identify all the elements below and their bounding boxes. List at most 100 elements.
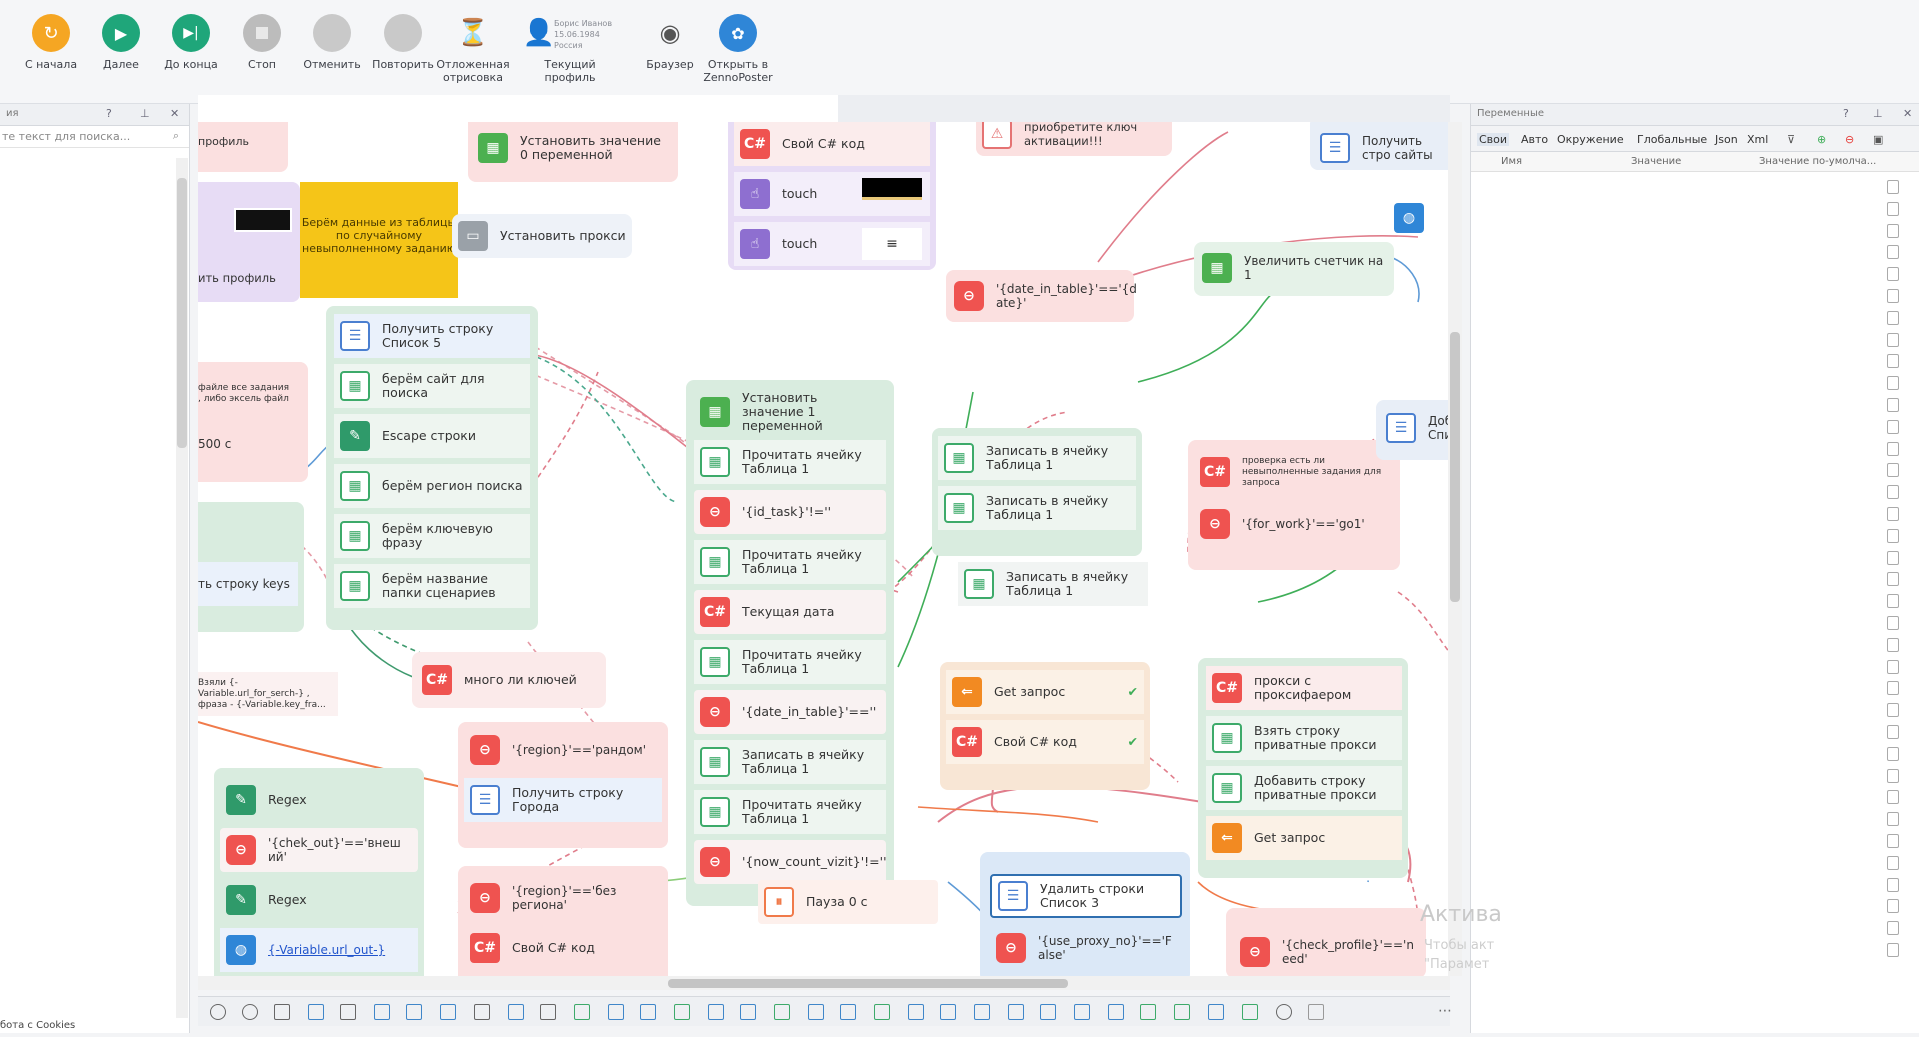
- node-region-no[interactable]: ⊖ '{region}'=='без региона': [464, 876, 662, 920]
- canvas-horizontal-scrollbar[interactable]: [198, 976, 1450, 990]
- node-now-count-vizit[interactable]: ⊖ '{now_count_vizit}'!='': [694, 840, 887, 884]
- copy-icon[interactable]: [1887, 223, 1899, 238]
- node-regex-2[interactable]: ✎ Regex: [220, 878, 418, 922]
- copy-icon[interactable]: [1887, 376, 1899, 391]
- copy-icon[interactable]: [1887, 659, 1899, 674]
- add-variable-icon[interactable]: ⊕: [1817, 133, 1826, 146]
- node-proxy-seller[interactable]: C# прокси с проксифаером: [1206, 666, 1402, 710]
- pin-icon[interactable]: ⊥: [1873, 107, 1883, 120]
- tree-icon[interactable]: [340, 1004, 356, 1020]
- list-icon[interactable]: [808, 1004, 824, 1020]
- list-icon[interactable]: [640, 1004, 656, 1020]
- node-date-in-table-check[interactable]: ⊖ '{date_in_table}'=='{d ate}': [948, 274, 1137, 318]
- copy-icon[interactable]: [1887, 441, 1899, 456]
- tab-auto[interactable]: Авто: [1521, 133, 1548, 146]
- node-profile-left[interactable]: ить профиль: [198, 256, 294, 300]
- settings-icon[interactable]: [210, 1004, 226, 1020]
- help-icon[interactable]: ?: [106, 107, 112, 120]
- project-canvas[interactable]: профиль ить профиль Берём данные из табл…: [198, 122, 1448, 976]
- copy-icon[interactable]: [1887, 288, 1899, 303]
- lock-icon[interactable]: [474, 1004, 490, 1020]
- node-write-cell-c[interactable]: ▦ Записать в ячейку Таблица 1: [938, 486, 1136, 530]
- copy-icon[interactable]: [1887, 855, 1899, 870]
- copy-icon[interactable]: [1887, 703, 1899, 718]
- node-write-cell-a[interactable]: ▦ Записать в ячейку Таблица 1: [694, 740, 886, 784]
- list-icon[interactable]: [406, 1004, 422, 1020]
- copy-icon[interactable]: [1887, 921, 1899, 936]
- node-id-task-check[interactable]: ⊖ '{id_task}'!='': [694, 490, 886, 534]
- node-delete-rows[interactable]: ☰ Удалить строки Список 3: [990, 874, 1182, 918]
- sticky-note[interactable]: Берём данные из таблицы по случайному не…: [300, 182, 458, 298]
- tab-environment[interactable]: Окружение: [1557, 133, 1624, 146]
- table-icon[interactable]: [1242, 1004, 1258, 1020]
- node-browser-icon[interactable]: ◍: [1388, 196, 1444, 240]
- node-inc-counter[interactable]: ▦ Увеличить счетчик на 1: [1196, 246, 1392, 290]
- layout-icon[interactable]: ▣: [1873, 133, 1883, 146]
- node-pause-0[interactable]: ⏸ Пауза 0 с: [758, 880, 938, 924]
- node-take-region[interactable]: ▦ берём регион поиска: [334, 464, 530, 508]
- node-read-cell-1[interactable]: ▦ Прочитать ячейку Таблица 1: [694, 440, 886, 484]
- close-icon[interactable]: ✕: [1903, 107, 1912, 120]
- list-icon[interactable]: [974, 1004, 990, 1020]
- copy-icon[interactable]: [1887, 180, 1899, 194]
- copy-icon[interactable]: [1887, 332, 1899, 347]
- add-icon[interactable]: [1308, 1004, 1324, 1020]
- help-icon[interactable]: ?: [1843, 107, 1849, 120]
- list-icon[interactable]: [440, 1004, 456, 1020]
- table-icon[interactable]: [774, 1004, 790, 1020]
- copy-icon[interactable]: [1887, 572, 1899, 587]
- node-own-cs-code-bottom[interactable]: C# Свой C# код: [464, 926, 662, 970]
- node-read-cell-4[interactable]: ▦ Прочитать ячейку Таблица 1: [694, 790, 886, 834]
- table-icon[interactable]: [674, 1004, 690, 1020]
- list-icon[interactable]: [1074, 1004, 1090, 1020]
- copy-icon[interactable]: [1887, 790, 1899, 805]
- node-profile-top[interactable]: профиль: [198, 122, 288, 164]
- copy-icon[interactable]: [1887, 528, 1899, 543]
- node-escape-string[interactable]: ✎ Escape строки: [334, 414, 530, 458]
- column-default-value[interactable]: Значение по-умолча...: [1759, 156, 1876, 167]
- node-check-profile[interactable]: ⊖ '{check_profile}'=='n eed': [1234, 930, 1418, 974]
- copy-icon[interactable]: [1887, 550, 1899, 565]
- node-set-value-0[interactable]: ▦ Установить значение 0 переменной: [472, 126, 672, 170]
- open-zennoposter-button[interactable]: ✿ Открыть в ZennoPoster: [695, 14, 781, 84]
- node-own-cs-code-mid[interactable]: C# Свой C# код ✔: [946, 720, 1144, 764]
- node-for-work[interactable]: ⊖ '{for_work}'=='go1': [1194, 502, 1394, 546]
- table-icon[interactable]: [574, 1004, 590, 1020]
- user-icon[interactable]: [242, 1004, 258, 1020]
- node-take-site[interactable]: ▦ берём сайт для поиска: [334, 364, 530, 408]
- node-current-date[interactable]: C# Текущая дата: [694, 590, 886, 634]
- node-date-in-table-empty[interactable]: ⊖ '{date_in_table}'=='': [694, 690, 886, 734]
- node-file-all-tasks[interactable]: файле все задания , либо эксель файл: [198, 372, 298, 416]
- list-icon[interactable]: [740, 1004, 756, 1020]
- deferred-render-button[interactable]: ⏳ Отложенная отрисовка: [430, 14, 516, 85]
- canvas-tab-active[interactable]: [198, 95, 838, 122]
- node-region-random[interactable]: ⊖ '{region}'=='рандом': [464, 728, 662, 772]
- copy-icon[interactable]: [1887, 942, 1899, 957]
- list-icon[interactable]: [840, 1004, 856, 1020]
- tab-global[interactable]: Глобальные: [1637, 133, 1707, 146]
- copy-icon[interactable]: [1887, 201, 1899, 216]
- copy-icon[interactable]: [1887, 746, 1899, 761]
- node-write-cell-d[interactable]: ▦ Записать в ячейку Таблица 1: [958, 562, 1148, 606]
- table-icon[interactable]: [874, 1004, 890, 1020]
- copy-icon[interactable]: [1887, 463, 1899, 478]
- node-take-folder[interactable]: ▦ берём название папки сценариев: [334, 564, 530, 608]
- grid-icon[interactable]: [274, 1004, 290, 1020]
- copy-icon[interactable]: [1887, 397, 1899, 412]
- table-icon[interactable]: [1140, 1004, 1156, 1020]
- list-icon[interactable]: [908, 1004, 924, 1020]
- node-check-tasks[interactable]: C# проверка есть ли невыполненные задания…: [1194, 450, 1394, 494]
- node-wait-500[interactable]: 500 с: [198, 422, 298, 466]
- copy-icon[interactable]: [1887, 724, 1899, 739]
- more-icon[interactable]: ⋯: [1438, 1003, 1452, 1019]
- copy-icon[interactable]: [1887, 310, 1899, 325]
- remove-variable-icon[interactable]: ⊖: [1845, 133, 1854, 146]
- node-read-cell-3[interactable]: ▦ Прочитать ячейку Таблица 1: [694, 640, 886, 684]
- node-get-row-cities[interactable]: ☰ Получить строку Города: [464, 778, 662, 822]
- copy-icon[interactable]: [1887, 267, 1899, 282]
- copy-icon[interactable]: [1887, 768, 1899, 783]
- vertical-scroll-thumb[interactable]: [1450, 332, 1460, 602]
- node-set-value-1[interactable]: ▦ Установить значение 1 переменной: [694, 390, 886, 434]
- node-url-out[interactable]: ◍ {-Variable.url_out-}: [220, 928, 418, 972]
- copy-icon[interactable]: [1887, 637, 1899, 652]
